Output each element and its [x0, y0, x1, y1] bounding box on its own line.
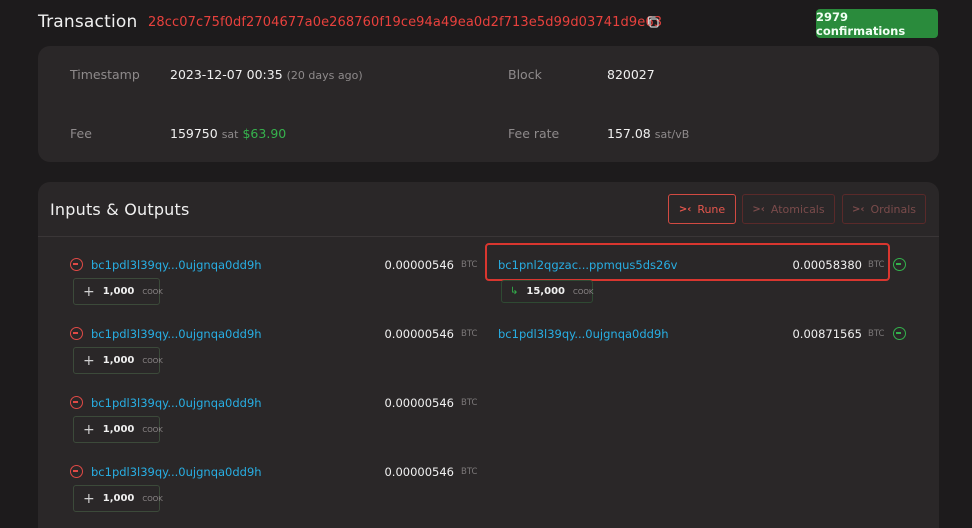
output-amount: 0.00871565 [792, 327, 862, 341]
feerate-label: Fee rate [508, 126, 560, 141]
timestamp-date: 2023-12-07 00:35 [170, 67, 283, 82]
input-rune-tag: + 1,000 COOK [73, 485, 163, 512]
transaction-id: 28cc07c75f0df2704677a0e268760f19ce94a49e… [148, 15, 663, 30]
rune-ticker: COOK [142, 356, 163, 365]
feerate-number: 157.08 [607, 126, 651, 141]
rune-symbol-icon: >‹ [678, 203, 692, 215]
rune-filter-button[interactable]: >‹ Rune [668, 194, 736, 224]
inputs-outputs-card: Inputs & Outputs >‹ Rune >‹ Atomicals >‹… [38, 182, 939, 528]
output-arrow-icon [893, 258, 906, 271]
input-rune-tag: + 1,000 COOK [73, 278, 163, 305]
input-rune-tag: + 1,000 COOK [73, 347, 163, 374]
output-address[interactable]: bc1pnl2qgzac...ppmqus5ds26v [498, 258, 677, 272]
input-rune-tag: + 1,000 COOK [73, 416, 163, 443]
input-amount: 0.00000546 [384, 327, 454, 341]
rune-ticker: COOK [142, 425, 163, 434]
input-address[interactable]: bc1pdl3l39qy...0ujgnqa0dd9h [91, 396, 262, 410]
input-unit: BTC [461, 467, 478, 477]
plus-icon: + [83, 352, 95, 369]
page-title: Transaction [38, 12, 138, 32]
rune-amount: 1,000 [102, 286, 135, 297]
input-unit: BTC [461, 398, 478, 408]
input-arrow-icon [70, 258, 83, 271]
fee-sats: 159750 [170, 126, 218, 141]
rune-ticker: COOK [142, 287, 163, 296]
input-unit: BTC [461, 260, 478, 270]
ordinals-filter-button[interactable]: >‹ Ordinals [842, 194, 926, 224]
output-arrow-icon [893, 327, 906, 340]
output-rune-tag: ↳ 15,000 COOK [501, 280, 593, 303]
output-unit: BTC [868, 329, 885, 339]
timestamp-label: Timestamp [70, 67, 140, 82]
feerate-unit: sat/vB [654, 128, 690, 141]
feerate-value: 157.08 sat/vB [607, 126, 689, 141]
block-label: Block [508, 67, 542, 82]
fee-usd: $63.90 [242, 126, 287, 141]
input-amount: 0.00000546 [384, 258, 454, 272]
plus-icon: + [83, 490, 95, 507]
input-unit: BTC [461, 329, 478, 339]
rune-amount: 1,000 [102, 355, 135, 366]
rune-filter-label: Rune [697, 202, 726, 216]
confirmations-badge: 2979 confirmations [816, 9, 938, 38]
plus-icon: + [83, 421, 95, 438]
input-amount: 0.00000546 [384, 465, 454, 479]
timestamp-value: 2023-12-07 00:35 (20 days ago) [170, 67, 363, 82]
rune-ticker: COOK [142, 494, 163, 503]
copy-icon[interactable] [646, 15, 660, 29]
input-address[interactable]: bc1pdl3l39qy...0ujgnqa0dd9h [91, 327, 262, 341]
input-address[interactable]: bc1pdl3l39qy...0ujgnqa0dd9h [91, 258, 262, 272]
transaction-info-card: Timestamp 2023-12-07 00:35 (20 days ago)… [38, 46, 939, 162]
input-address[interactable]: bc1pdl3l39qy...0ujgnqa0dd9h [91, 465, 262, 479]
timestamp-ago: (20 days ago) [286, 69, 363, 82]
output-unit: BTC [868, 260, 885, 270]
atomicals-filter-label: Atomicals [770, 202, 825, 216]
rune-amount: 1,000 [102, 493, 135, 504]
input-amount: 0.00000546 [384, 396, 454, 410]
transfer-arrow-icon: ↳ [510, 286, 519, 297]
output-amount: 0.00058380 [792, 258, 862, 272]
atomicals-symbol-icon: >‹ [752, 203, 765, 215]
rune-amount: 15,000 [526, 286, 565, 297]
block-value: 820027 [607, 67, 655, 82]
fee-value: 159750 sat $63.90 [170, 126, 286, 141]
input-arrow-icon [70, 396, 83, 409]
input-arrow-icon [70, 327, 83, 340]
inputs-outputs-title: Inputs & Outputs [50, 200, 190, 219]
input-arrow-icon [70, 465, 83, 478]
ordinals-filter-label: Ordinals [870, 202, 917, 216]
fee-label: Fee [70, 126, 92, 141]
rune-amount: 1,000 [102, 424, 135, 435]
plus-icon: + [83, 283, 95, 300]
output-address[interactable]: bc1pdl3l39qy...0ujgnqa0dd9h [498, 327, 669, 341]
rune-ticker: COOK [572, 287, 594, 296]
section-divider [38, 236, 939, 237]
atomicals-filter-button[interactable]: >‹ Atomicals [742, 194, 835, 224]
ordinals-symbol-icon: >‹ [851, 203, 865, 215]
fee-unit: sat [221, 128, 239, 141]
